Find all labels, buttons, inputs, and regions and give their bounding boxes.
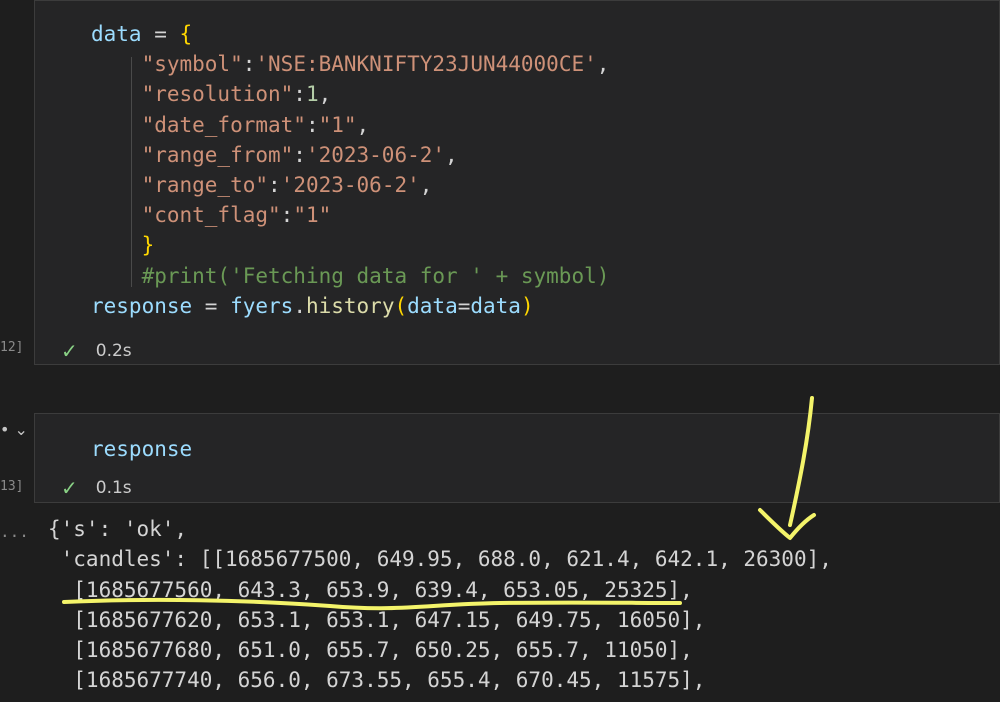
code-line-8: }	[141, 233, 155, 258]
code-line-9: #print('Fetching data for ' + symbol)	[141, 263, 610, 288]
code-line-5: "range_from":'2023-06-2',	[141, 142, 458, 167]
check-icon: ✓	[61, 339, 78, 363]
output-line: [1685677740, 656.0, 673.55, 655.4, 670.4…	[48, 668, 706, 693]
code-cell-1[interactable]: data = { "symbol":'NSE:BANKNIFTY23JUN440…	[34, 0, 1000, 365]
cell-status-1: ✓ 0.2s	[61, 339, 132, 363]
cell-status-2: ✓ 0.1s	[61, 476, 132, 500]
code-line-1: data = {	[91, 22, 193, 46]
output-line: [1685677560, 643.3, 653.9, 639.4, 653.05…	[48, 577, 693, 602]
output-line: [1685677680, 651.0, 655.7, 650.25, 655.7…	[48, 638, 693, 663]
execution-time-1: 0.2s	[95, 341, 132, 361]
chevron-down-icon[interactable]: • ⌄	[0, 420, 28, 439]
cell-output: {'s': 'ok', 'candles': [[1685677500, 649…	[48, 514, 832, 696]
execution-time-2: 0.1s	[95, 478, 132, 498]
code-line-7: "cont_flag":"1"	[141, 203, 332, 228]
code-editor-2[interactable]: response	[91, 434, 192, 464]
code-line-3: "resolution":1,	[141, 82, 332, 107]
code-line-10: response = fyers.history(data=data)	[91, 293, 534, 318]
code-cell-2[interactable]: response ✓ 0.1s	[34, 413, 1000, 503]
output-prompt: ...	[0, 522, 29, 541]
code-editor-1[interactable]: data = { "symbol":'NSE:BANKNIFTY23JUN440…	[91, 19, 609, 321]
code-line-2: "symbol":'NSE:BANKNIFTY23JUN44000CE',	[141, 52, 610, 77]
output-line: 'candles': [[1685677500, 649.95, 688.0, …	[48, 547, 832, 572]
code-line-response: response	[91, 437, 193, 461]
execution-count-1: 12]	[0, 340, 24, 355]
code-line-6: "range_to":'2023-06-2',	[141, 173, 433, 198]
execution-count-2: 13]	[0, 479, 24, 494]
code-line-4: "date_format":"1",	[141, 112, 370, 137]
output-line: [1685677620, 653.1, 653.1, 647.15, 649.7…	[48, 607, 706, 632]
check-icon: ✓	[61, 476, 78, 500]
output-line: {'s': 'ok',	[48, 517, 188, 541]
